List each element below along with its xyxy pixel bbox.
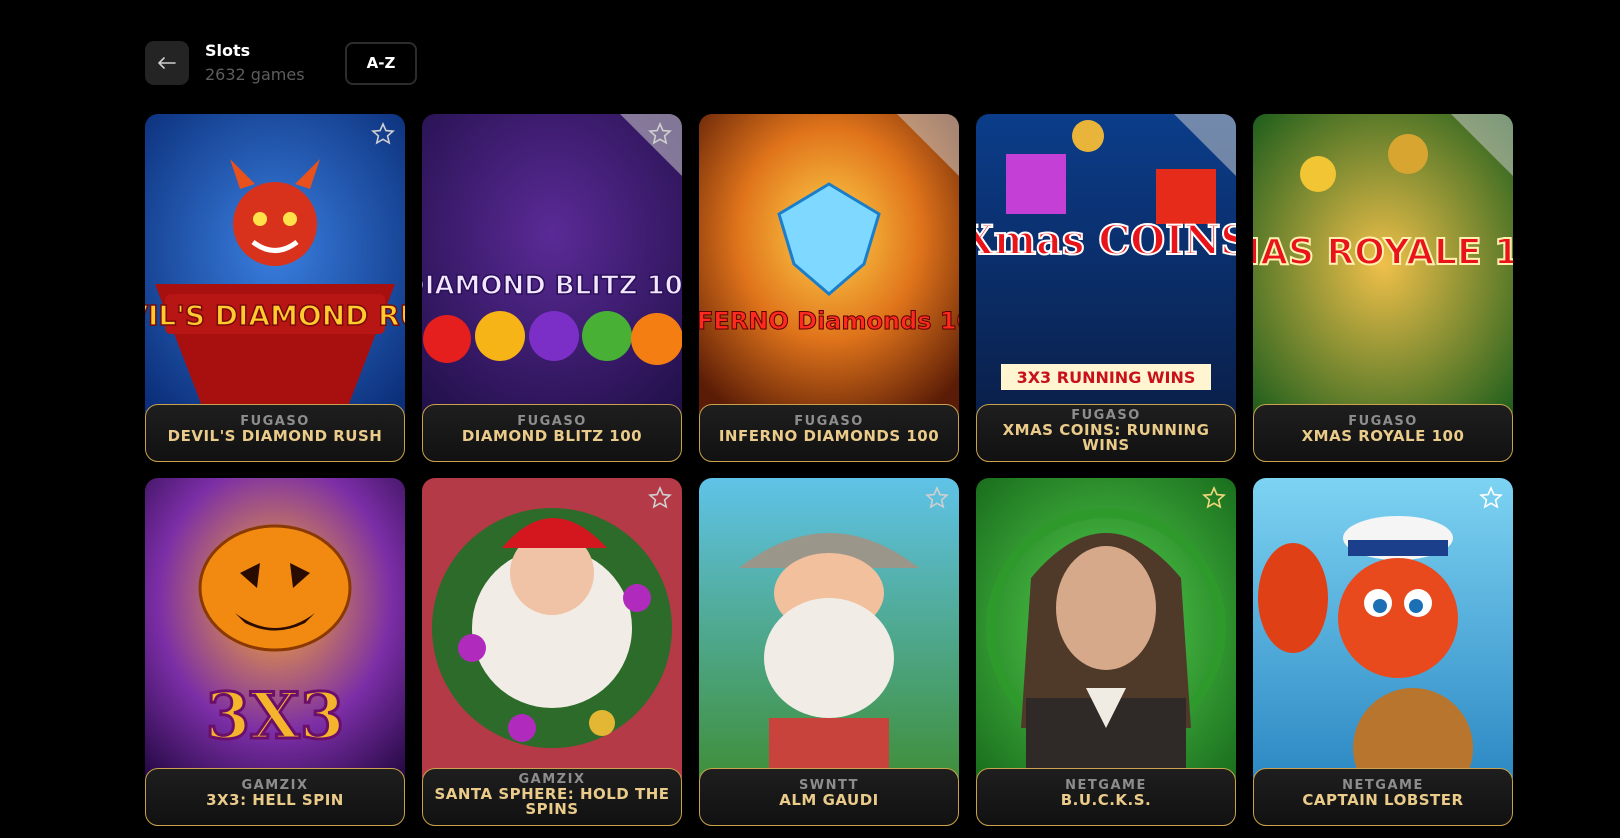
game-label: NETGAME B.U.C.K.S. <box>976 768 1236 826</box>
favorite-star-icon[interactable] <box>1479 486 1503 510</box>
game-name: DEVIL'S DIAMOND RUSH <box>167 427 383 445</box>
art-title: XMAS ROYALE 100 <box>1253 232 1513 273</box>
game-thumbnail <box>699 478 959 778</box>
art-title: Xmas COINS <box>976 217 1236 264</box>
favorite-star-icon[interactable] <box>371 122 395 146</box>
game-name: B.U.C.K.S. <box>1060 791 1152 809</box>
arrow-left-icon <box>158 57 176 69</box>
art-title: 3X3 <box>206 679 345 754</box>
corner-ribbon <box>897 114 959 176</box>
game-thumbnail <box>422 478 682 778</box>
game-label: GAMZIX SANTA SPHERE: HOLD THE SPINS <box>422 768 682 826</box>
favorite-star-icon[interactable] <box>648 122 672 146</box>
game-label: NETGAME CAPTAIN LOBSTER <box>1253 768 1513 826</box>
game-thumbnail: DEVIL'S DIAMOND RUSH <box>145 114 405 414</box>
title-block: Slots 2632 games <box>205 41 345 86</box>
favorite-star-icon[interactable] <box>925 486 949 510</box>
corner-ribbon <box>1451 114 1513 176</box>
favorite-star-icon[interactable] <box>1202 486 1226 510</box>
game-card[interactable]: INFERNO Diamonds 100 FUGASO INFERNO DIAM… <box>699 114 959 464</box>
game-card[interactable]: 3X3 GAMZIX 3X3: HELL SPIN <box>145 478 405 828</box>
game-name: XMAS ROYALE 100 <box>1301 427 1465 445</box>
sort-az-button[interactable]: A-Z <box>345 41 417 85</box>
games-count: 2632 games <box>205 64 305 84</box>
game-card[interactable]: SWNTT ALM GAUDI <box>699 478 959 828</box>
favorite-star-icon[interactable] <box>648 486 672 510</box>
corner-ribbon <box>1174 114 1236 176</box>
game-card[interactable]: XMAS ROYALE 100 FUGASO XMAS ROYALE 100 <box>1253 114 1513 464</box>
art-title: DIAMOND BLITZ 100 <box>422 271 682 301</box>
game-thumbnail <box>976 478 1236 778</box>
game-card[interactable]: NETGAME B.U.C.K.S. <box>976 478 1236 828</box>
game-name: CAPTAIN LOBSTER <box>1302 791 1464 809</box>
game-label: FUGASO DEVIL'S DIAMOND RUSH <box>145 404 405 462</box>
game-name: 3X3: HELL SPIN <box>206 791 344 809</box>
game-card[interactable]: GAMZIX SANTA SPHERE: HOLD THE SPINS <box>422 478 682 828</box>
game-name: ALM GAUDI <box>779 791 879 809</box>
game-label: GAMZIX 3X3: HELL SPIN <box>145 768 405 826</box>
game-label: FUGASO XMAS COINS: RUNNING WINS <box>976 404 1236 462</box>
game-card[interactable]: NETGAME CAPTAIN LOBSTER <box>1253 478 1513 828</box>
game-card[interactable]: DEVIL'S DIAMOND RUSH FUGASO DEVIL'S DIAM… <box>145 114 405 464</box>
game-thumbnail: 3X3 <box>145 478 405 778</box>
art-subtitle: 3X3 RUNNING WINS <box>1017 368 1196 387</box>
game-name: SANTA SPHERE: HOLD THE SPINS <box>434 785 670 818</box>
game-card[interactable]: DIAMOND BLITZ 100 FUGASO DIAMOND BLITZ 1… <box>422 114 682 464</box>
game-card[interactable]: Xmas COINS 3X3 RUNNING WINS FUGASO XMAS … <box>976 114 1236 464</box>
game-name: INFERNO DIAMONDS 100 <box>718 427 940 445</box>
game-thumbnail <box>1253 478 1513 778</box>
art-title: INFERNO Diamonds 100 <box>699 307 959 335</box>
art-title: DEVIL'S DIAMOND RUSH <box>145 299 405 332</box>
game-label: SWNTT ALM GAUDI <box>699 768 959 826</box>
game-label: FUGASO INFERNO DIAMONDS 100 <box>699 404 959 462</box>
game-name: XMAS COINS: RUNNING WINS <box>1002 421 1210 454</box>
page-title: Slots <box>205 40 251 60</box>
game-label: FUGASO XMAS ROYALE 100 <box>1253 404 1513 462</box>
game-label: FUGASO DIAMOND BLITZ 100 <box>422 404 682 462</box>
game-name: DIAMOND BLITZ 100 <box>461 427 643 445</box>
page-header: Slots 2632 games A-Z <box>145 40 417 86</box>
back-button[interactable] <box>145 41 189 85</box>
